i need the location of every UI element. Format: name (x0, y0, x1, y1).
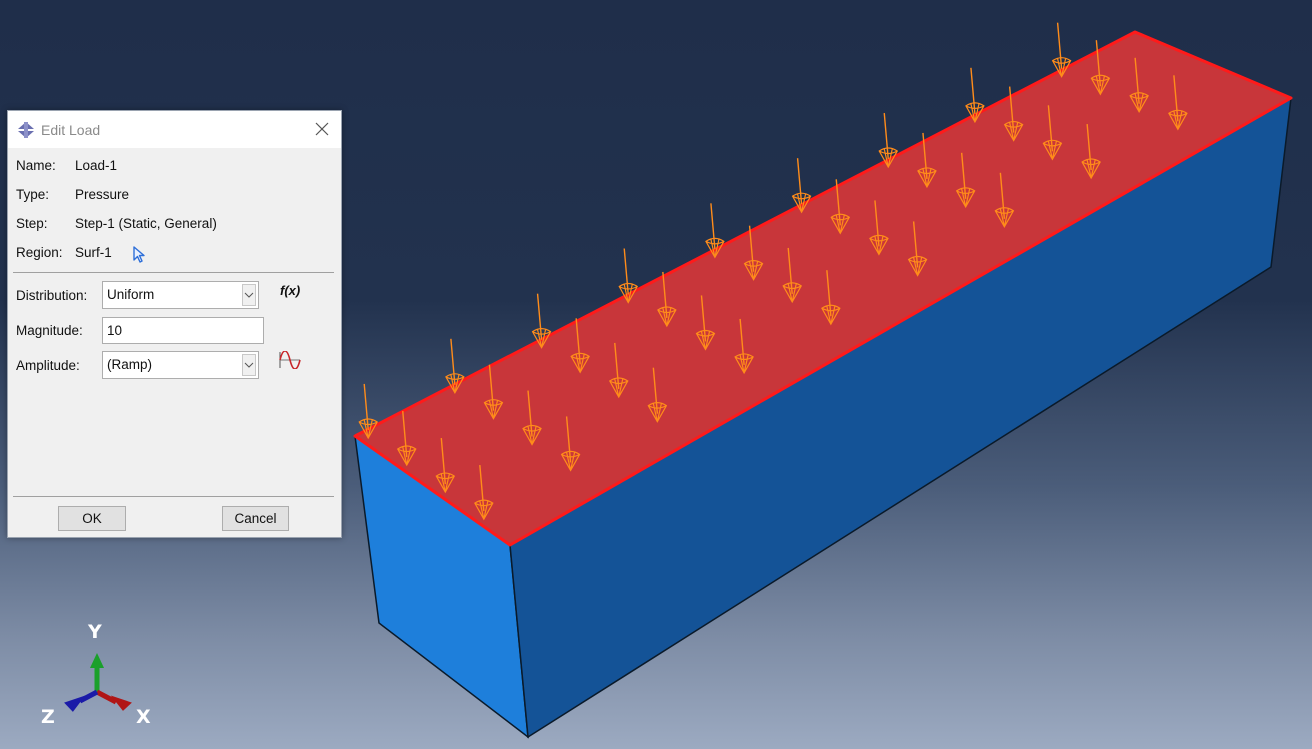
name-value: Load-1 (75, 158, 118, 173)
region-label: Region: (16, 245, 63, 260)
step-value: Step-1 (Static, General) (75, 216, 217, 231)
chevron-down-icon[interactable] (242, 354, 256, 376)
close-icon[interactable] (313, 120, 331, 138)
triad-x-label: X (136, 706, 151, 728)
create-amplitude-icon[interactable] (278, 351, 302, 369)
view-triad: Y X Z (36, 620, 166, 730)
fx-expression-icon[interactable]: f(x) (280, 283, 300, 298)
distribution-value: Uniform (107, 287, 155, 302)
step-label: Step: (16, 216, 48, 231)
type-label: Type: (16, 187, 50, 202)
info-row-type: Type: Pressure (16, 185, 129, 205)
separator-bottom (13, 496, 334, 497)
distribution-select[interactable]: Uniform (102, 281, 259, 309)
cancel-button[interactable]: Cancel (222, 506, 289, 531)
info-row-region: Region: Surf-1 (16, 243, 145, 263)
load-module-icon (18, 121, 34, 138)
distribution-label: Distribution: (16, 288, 88, 303)
select-region-cursor-icon[interactable] (132, 246, 148, 264)
amplitude-select[interactable]: (Ramp) (102, 351, 259, 379)
edit-load-dialog: Edit Load Name: Load-1 Type: Pressure Step… (7, 110, 342, 538)
info-row-name: Name: Load-1 (16, 156, 117, 176)
dialog-title: Edit Load (41, 121, 101, 138)
magnitude-input[interactable] (102, 317, 264, 344)
region-value: Surf-1 (75, 245, 112, 260)
chevron-down-icon[interactable] (242, 284, 256, 306)
separator-top (13, 272, 334, 273)
name-label: Name: (16, 158, 56, 173)
box-part[interactable] (353, 30, 1293, 739)
info-row-step: Step: Step-1 (Static, General) (16, 214, 217, 234)
triad-y-label: Y (88, 621, 102, 643)
magnitude-label: Magnitude: (16, 323, 83, 338)
amplitude-label: Amplitude: (16, 358, 80, 373)
triad-z-label: Z (41, 706, 55, 728)
type-value: Pressure (75, 187, 130, 202)
ok-button[interactable]: OK (58, 506, 126, 531)
dialog-titlebar[interactable]: Edit Load (8, 111, 341, 148)
amplitude-value: (Ramp) (107, 357, 153, 372)
